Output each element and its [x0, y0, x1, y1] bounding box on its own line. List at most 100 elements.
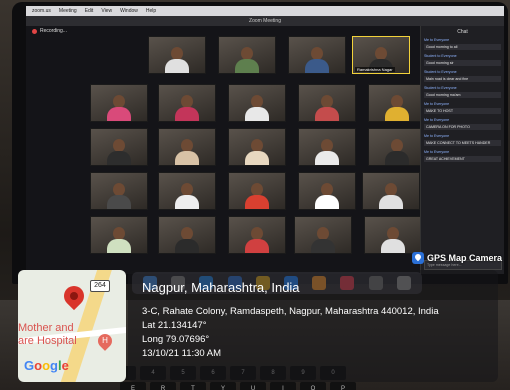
participant-body [245, 239, 269, 253]
hospital-glyph: H [102, 336, 108, 345]
keyboard-key: I [270, 382, 296, 390]
participant-figure [245, 181, 269, 209]
participant-figure [175, 137, 199, 165]
keyboard-key: P [330, 382, 356, 390]
participant-body [245, 151, 269, 165]
video-tile[interactable] [228, 216, 286, 254]
video-tile[interactable] [158, 172, 216, 210]
chat-text: Good morning ma'am [424, 91, 501, 98]
participant-body [385, 151, 409, 165]
chat-sender: Student to Everyone [424, 70, 457, 74]
participant-body [107, 239, 131, 253]
chat-text: CAMERA ON FOR PHOTO [424, 123, 501, 130]
chat-title: Chat [457, 29, 468, 35]
participant-body [315, 107, 339, 121]
gps-app-name: GPS Map Camera [426, 253, 502, 263]
video-tile[interactable] [158, 128, 216, 166]
video-tile[interactable] [298, 84, 356, 122]
video-tile[interactable] [218, 36, 276, 74]
map-place-line: are Hospital [18, 335, 77, 347]
keyboard-key: E [120, 382, 146, 390]
video-tile[interactable] [90, 84, 148, 122]
video-tile[interactable] [90, 172, 148, 210]
participant-figure [385, 137, 409, 165]
participant-body [315, 151, 339, 165]
chat-message: Me to Everyone MAKE CONNECT TO MEETS HAND… [424, 134, 501, 146]
participant-body [175, 195, 199, 209]
video-tile[interactable] [298, 128, 356, 166]
photo-scene: zoom.us Meeting Edit View Window Help Zoom Me… [0, 0, 510, 390]
menubar-item[interactable]: View [101, 8, 112, 14]
participant-body [165, 59, 189, 73]
participant-figure [305, 45, 329, 73]
participant-figure [381, 225, 405, 253]
chat-sender: Student to Everyone [424, 54, 457, 58]
mac-menubar: zoom.us Meeting Edit View Window Help [26, 6, 504, 16]
map-place-line: Mother and [18, 322, 74, 334]
video-tile[interactable] [148, 36, 206, 74]
gps-city: Nagpur, Maharashtra, India [142, 280, 300, 295]
video-tile[interactable] [228, 84, 286, 122]
chat-message: Me to Everyone Good morning to all [424, 38, 501, 50]
video-tile[interactable] [158, 84, 216, 122]
video-tile[interactable] [158, 216, 216, 254]
google-logo: Google [24, 358, 69, 373]
participant-body [107, 107, 131, 121]
participant-figure [311, 225, 335, 253]
chat-message: Me to Everyone MAKE TO HOST [424, 102, 501, 114]
chat-text: GREAT ACHIEVEMENT [424, 155, 501, 162]
participant-figure [107, 181, 131, 209]
gps-app-badge: GPS Map Camera [411, 252, 502, 264]
participant-body [175, 107, 199, 121]
keyboard-key: Y [210, 382, 236, 390]
video-tile[interactable] [364, 216, 422, 254]
participant-body [379, 195, 403, 209]
video-tile[interactable] [294, 216, 352, 254]
participant-figure [107, 93, 131, 121]
keyboard-row-letters: ERTYUIOP [120, 382, 356, 390]
keyboard-key: T [180, 382, 206, 390]
keyboard-key: U [240, 382, 266, 390]
menubar-item[interactable]: Meeting [59, 8, 77, 14]
video-tile[interactable] [90, 128, 148, 166]
video-tile[interactable] [368, 84, 426, 122]
participant-figure [107, 225, 131, 253]
chat-sender: Me to Everyone [424, 150, 450, 154]
menubar-item[interactable]: zoom.us [32, 8, 51, 14]
chat-text: Main road is clear and fine [424, 75, 501, 82]
chat-panel: Chat Me to Everyone Good morning to all St… [420, 26, 504, 274]
video-tile[interactable]: Ramakrishna Nagar [352, 36, 410, 74]
map-thumbnail: 264 Mother and are Hospital H Google [18, 270, 126, 382]
participant-figure [245, 225, 269, 253]
participant-body [107, 151, 131, 165]
recording-indicator: Recording... [32, 28, 67, 34]
video-tile[interactable] [90, 216, 148, 254]
chat-sender: Me to Everyone [424, 102, 450, 106]
map-place-label: Mother and are Hospital [18, 322, 77, 348]
google-letter: G [24, 358, 35, 373]
chat-sender: Student to Everyone [424, 86, 457, 90]
chat-sender: Me to Everyone [424, 118, 450, 122]
video-tile[interactable] [288, 36, 346, 74]
menubar-item[interactable]: Edit [85, 8, 94, 14]
menubar-item[interactable]: Window [120, 8, 138, 14]
video-tile[interactable] [368, 128, 426, 166]
video-tile[interactable] [228, 128, 286, 166]
participant-body [245, 107, 269, 121]
laptop-screen: zoom.us Meeting Edit View Window Help Zoom Me… [26, 6, 504, 274]
video-tile[interactable] [228, 172, 286, 210]
gps-camera-icon [411, 252, 424, 264]
chat-message: Student to Everyone Main road is clear an… [424, 70, 501, 82]
menubar-item[interactable]: Help [146, 8, 156, 14]
chat-sender: Me to Everyone [424, 38, 450, 42]
chat-text: Good morning sir [424, 59, 501, 66]
video-gallery: Ramakrishna Nagar [82, 36, 426, 254]
video-tile[interactable] [298, 172, 356, 210]
participant-figure [107, 137, 131, 165]
video-tile[interactable] [362, 172, 420, 210]
participant-figure [175, 93, 199, 121]
participant-figure [175, 181, 199, 209]
participant-body [315, 195, 339, 209]
participant-body [235, 59, 259, 73]
google-letter: o [42, 358, 51, 373]
